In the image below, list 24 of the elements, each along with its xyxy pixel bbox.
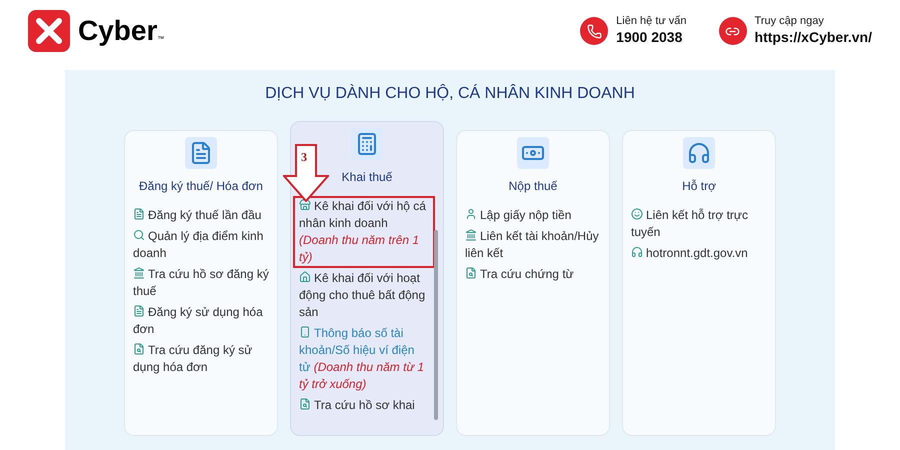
service-link[interactable]: Tra cứu chứng từ (465, 266, 603, 283)
service-link[interactable]: Đăng ký thuế lần đầu (133, 207, 271, 224)
service-link[interactable]: Thông báo số tài khoản/Số hiệu ví điện tử (Doanh thu năm từ 1 tỷ trở xuống) (299, 325, 429, 393)
service-link[interactable]: Tra cứu hồ sơ đăng ký thuế (133, 266, 271, 300)
service-link[interactable]: Lập giấy nộp tiền (465, 207, 603, 224)
service-link[interactable]: Quản lý địa điểm kinh doanh (133, 228, 271, 262)
service-link[interactable]: Kê khai đối với hộ cá nhân kinh doanh (Doanh thu năm trên 1 tỷ) (295, 198, 433, 266)
section-title: DỊCH VỤ DÀNH CHO HỘ, CÁ NHÂN KINH DOANH (265, 83, 635, 104)
card-title[interactable]: Nộp thuế (508, 177, 558, 195)
contact-label: Liên hệ tư vấn (616, 15, 687, 30)
card-title[interactable]: Hỗ trợ (682, 177, 716, 195)
card-title[interactable]: Khai thuế (342, 168, 392, 186)
service-link[interactable]: Kê khai đối với hoạt động cho thuê bất động sản (299, 270, 429, 321)
contact-label: Truy cập ngay (754, 15, 825, 30)
logo-text: Cyber (78, 17, 158, 45)
service-link[interactable]: Tra cứu hồ sơ khai (299, 397, 429, 414)
annotation-number: 3 (301, 149, 307, 166)
service-link[interactable]: Tra cứu đăng ký sử dụng hóa đơn (133, 342, 271, 376)
service-link[interactable]: Liên kết tài khoản/Hủy liên kết (465, 228, 603, 262)
service-link[interactable]: hotronnt.gdt.gov.vn (631, 245, 769, 262)
service-link[interactable]: Đăng ký sử dụng hóa đơn (133, 304, 271, 338)
card-title[interactable]: Đăng ký thuế/ Hóa đơn (139, 177, 263, 195)
contact-value: 1900 2038 (616, 29, 684, 47)
contact-value: https://xCyber.vn/ (754, 29, 872, 47)
